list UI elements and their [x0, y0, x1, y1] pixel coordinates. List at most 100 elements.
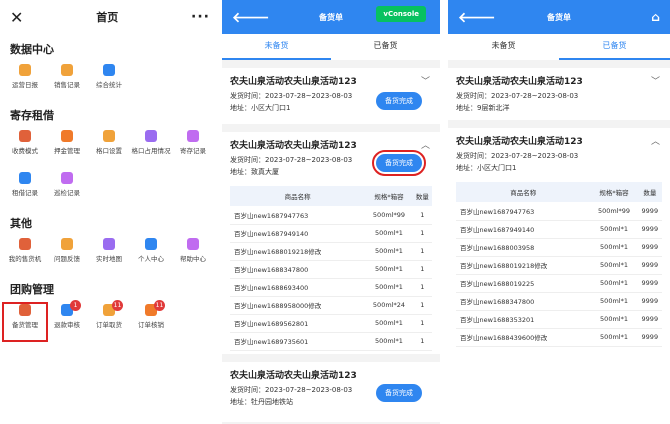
- table-cell: 1: [412, 206, 432, 225]
- section-title: 寄存租借: [10, 109, 54, 122]
- table-cell: 500ml*1: [365, 224, 413, 243]
- menu-item[interactable]: 格口设置: [88, 130, 130, 166]
- menu-item[interactable]: 退款审核 1: [46, 300, 88, 340]
- col-header: 数量: [412, 186, 432, 206]
- table-cell: 500ml*1: [365, 260, 413, 279]
- chevron-up-icon[interactable]: ︿: [421, 138, 430, 151]
- menu-item-label: 收费模式: [12, 147, 38, 155]
- table-row: 百岁山new1688958000修改 500ml*24 1: [230, 296, 432, 315]
- order-card-expanded[interactable]: 农夫山泉活动农夫山泉活动123 发货时间：2023-07-28~2023-08-…: [222, 132, 440, 354]
- menu-item-label: 格口设置: [96, 147, 122, 155]
- menu-item[interactable]: 问题反馈: [46, 238, 88, 274]
- stock-complete-button[interactable]: 备货完成: [376, 92, 422, 110]
- stock-tabs: 未备货 已备货: [448, 34, 670, 60]
- menu-item[interactable]: 租借记录: [4, 172, 46, 208]
- occupancy-icon: [145, 130, 157, 142]
- count-badge: 1: [70, 300, 81, 311]
- menu-item[interactable]: 订单核销 11: [130, 300, 172, 340]
- table-cell: 百岁山new1688019218修改: [230, 242, 366, 261]
- menu-item[interactable]: 综合统计: [88, 64, 130, 100]
- more-icon[interactable]: ···: [191, 9, 210, 25]
- table-cell: 500ml*1: [590, 220, 638, 239]
- menu-item-label: 押金管理: [54, 147, 80, 155]
- close-icon[interactable]: ✕: [10, 8, 23, 27]
- home-panel: ✕ 首页 ··· 数据中心 运营日报 销售记录 综合统计 寄存租借 收费模式 押金管理 格口设…: [0, 0, 220, 424]
- help-icon: [187, 238, 199, 250]
- table-cell: 1: [412, 278, 432, 297]
- table-cell: 500ml*1: [590, 274, 638, 293]
- table-row: 百岁山new1688019225 500ml*1 9999: [456, 274, 662, 293]
- tab-stocked[interactable]: 已备货: [559, 34, 670, 60]
- menu-item-label: 退款审核: [54, 321, 80, 329]
- table-row: 百岁山new1688003958 500ml*1 9999: [456, 238, 662, 257]
- section-grid: 收费模式 押金管理 格口设置 格口占用情况 寄存记录租借记录 巡检记录: [0, 124, 220, 208]
- menu-item-label: 销售记录: [54, 81, 80, 89]
- order-card[interactable]: 农夫山泉活动农夫山泉活动123 发货时间：2023-07-28~2023-08-…: [448, 68, 670, 120]
- table-cell: 百岁山new1688347800: [456, 292, 591, 311]
- menu-item[interactable]: 寄存记录: [172, 130, 214, 166]
- card-address: 地址：9层新北洋: [456, 104, 510, 112]
- table-cell: 百岁山new1688958000修改: [230, 296, 366, 315]
- section-grid: 我的售货机 问题反馈 实时地图 个人中心 帮助中心: [0, 232, 220, 274]
- chevron-up-icon[interactable]: ︿: [651, 134, 660, 147]
- tab-pending[interactable]: 未备货: [222, 34, 331, 60]
- menu-item-label: 问题反馈: [54, 255, 80, 263]
- menu-item-label: 实时地图: [96, 255, 122, 263]
- menu-item-label: 备货管理: [12, 321, 38, 329]
- menu-item[interactable]: 实时地图: [88, 238, 130, 274]
- table-row: 百岁山new1688439600修改 500ml*1 9999: [456, 328, 662, 347]
- table-cell: 百岁山new1688693400: [230, 278, 366, 297]
- inspect-icon: [61, 172, 73, 184]
- table-row: 百岁山new1688019218修改 500ml*1 9999: [456, 256, 662, 275]
- col-header: 规格*箱容: [365, 186, 413, 206]
- menu-item[interactable]: 帮助中心: [172, 238, 214, 274]
- menu-item[interactable]: 销售记录: [46, 64, 88, 100]
- order-card[interactable]: 农夫山泉活动农夫山泉活动123 发货时间：2023-07-28~2023-08-…: [222, 362, 440, 422]
- stock-complete-button[interactable]: 备货完成: [372, 150, 426, 176]
- menu-item[interactable]: 运营日报: [4, 64, 46, 100]
- home-icon[interactable]: ⌂: [651, 10, 660, 24]
- section-title: 团购管理: [10, 283, 54, 296]
- back-arrow-icon[interactable]: 🡐: [232, 9, 270, 26]
- storage-icon: [187, 130, 199, 142]
- home-header: ✕ 首页 ···: [0, 0, 220, 34]
- card-address: 地址：小区大门口1: [456, 164, 517, 172]
- rent-icon: [19, 172, 31, 184]
- menu-item-label: 租借记录: [12, 189, 38, 197]
- table-cell: 500ml*1: [590, 310, 638, 329]
- menu-item[interactable]: 备货管理: [2, 302, 48, 342]
- table-cell: 百岁山new1688019218修改: [456, 256, 591, 275]
- col-header: 数量: [637, 182, 662, 202]
- tab-stocked[interactable]: 已备货: [331, 34, 440, 60]
- table-row: 百岁山new1687947763 500ml*99 1: [230, 206, 432, 225]
- section-title: 其他: [10, 217, 32, 230]
- back-arrow-icon[interactable]: 🡐: [458, 9, 496, 26]
- menu-item[interactable]: 我的售货机: [4, 238, 46, 274]
- menu-item[interactable]: 格口占用情况: [130, 130, 172, 166]
- order-card[interactable]: 农夫山泉活动农夫山泉活动123 发货时间：2023-07-28~2023-08-…: [222, 68, 440, 124]
- chevron-down-icon[interactable]: ﹀: [651, 74, 660, 87]
- stock-header: 🡐 备货单 ⌂: [448, 0, 670, 34]
- menu-item[interactable]: 收费模式: [4, 130, 46, 166]
- menu-item[interactable]: 押金管理: [46, 130, 88, 166]
- table-cell: 百岁山new1687949140: [230, 224, 366, 243]
- card-time: 发货时间：2023-07-28~2023-08-03: [456, 92, 579, 100]
- vconsole-button[interactable]: vConsole: [376, 6, 426, 22]
- stock-complete-button[interactable]: 备货完成: [376, 384, 422, 402]
- table-row: 百岁山new1687949140 500ml*1 9999: [456, 220, 662, 239]
- page-title: 备货单: [319, 12, 343, 22]
- table-row: 百岁山new1688693400 500ml*1 1: [230, 278, 432, 297]
- chevron-down-icon[interactable]: ﹀: [421, 74, 430, 87]
- card-time: 发货时间：2023-07-28~2023-08-03: [456, 152, 579, 160]
- stock-panel-done: 🡐 备货单 ⌂ 未备货 已备货 农夫山泉活动农夫山泉活动123 发货时间：202…: [448, 0, 670, 424]
- tab-pending[interactable]: 未备货: [448, 34, 559, 60]
- table-cell: 500ml*1: [590, 292, 638, 311]
- order-card-expanded[interactable]: 农夫山泉活动农夫山泉活动123 发货时间：2023-07-28~2023-08-…: [448, 128, 670, 424]
- goods-table: 商品名称 规格*箱容 数量 百岁山new1687947763 500ml*99 99…: [456, 182, 662, 347]
- stock-tabs: 未备货 已备货: [222, 34, 440, 60]
- menu-item[interactable]: 个人中心: [130, 238, 172, 274]
- table-cell: 9999: [637, 220, 662, 239]
- menu-item[interactable]: 巡检记录: [46, 172, 88, 208]
- menu-item[interactable]: 订单取货 11: [88, 300, 130, 340]
- menu-item-label: 巡检记录: [54, 189, 80, 197]
